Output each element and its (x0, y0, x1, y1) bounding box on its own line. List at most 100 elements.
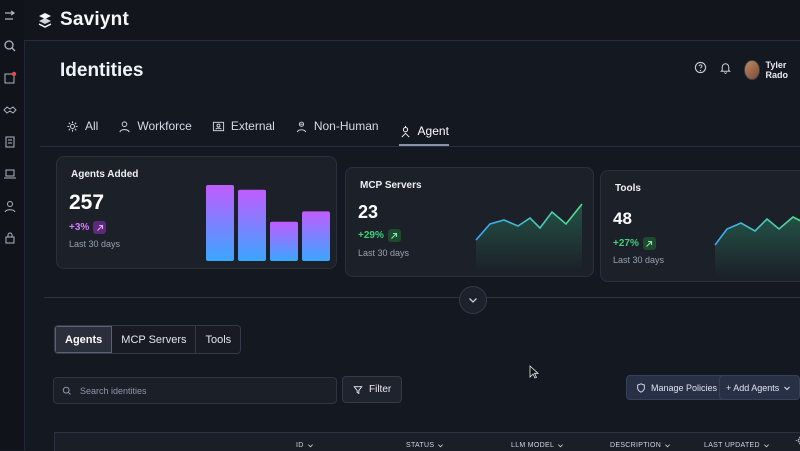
column-header-status[interactable]: STATUS (406, 442, 444, 449)
card-delta: +29% (358, 229, 401, 242)
column-header-llm-model[interactable]: LLM MODEL (511, 442, 564, 449)
add-agents-label: + Add Agents (726, 382, 780, 393)
card-delta: +3% (69, 221, 107, 234)
card-title: Agents Added (71, 169, 139, 180)
trend-up-icon (387, 229, 401, 242)
card-delta: +27% (613, 237, 656, 250)
person-icon (119, 120, 130, 132)
card-title: Tools (615, 183, 641, 194)
filter-button[interactable]: Filter (342, 376, 403, 403)
collapse-cards-button[interactable] (459, 286, 487, 314)
handshake-icon[interactable] (2, 102, 18, 118)
chevron-down-icon (469, 298, 477, 303)
header-actions: Tyler Rado (694, 60, 800, 80)
chevron-down-icon (763, 444, 769, 448)
agents-bar (206, 185, 234, 261)
chevron-down-icon (307, 444, 313, 448)
brand-logo[interactable]: Saviynt (36, 9, 129, 31)
tab-all[interactable]: All (66, 115, 98, 137)
column-label: ID (296, 442, 304, 449)
laptop-icon[interactable] (2, 166, 18, 182)
card-value: 257 (69, 191, 105, 214)
search-box (53, 377, 337, 404)
column-header-description[interactable]: DESCRIPTION (610, 442, 671, 449)
tools-trend-sparkline (714, 216, 800, 277)
card-title: MCP Servers (360, 180, 422, 191)
search-icon[interactable] (2, 38, 18, 54)
agents-bar (238, 189, 266, 261)
alert-icon[interactable] (2, 70, 18, 86)
mouse-cursor-icon (529, 365, 539, 379)
agents-bar-chart (206, 185, 330, 261)
column-header-id[interactable]: ID (296, 442, 314, 449)
tab-agent[interactable]: Agent (398, 120, 449, 146)
card-period: Last 30 days (69, 239, 121, 249)
agents-bar (270, 221, 298, 261)
saviynt-logo-icon (38, 13, 52, 28)
delta-text: +3% (69, 222, 90, 233)
left-nav-rail (0, 0, 25, 450)
mcp-servers-card[interactable]: MCP Servers 23 +29% Last 30 days (345, 167, 594, 277)
tools-card[interactable]: Tools 48 +27% Last 30 days (600, 170, 800, 282)
column-label: STATUS (406, 442, 435, 449)
trend-up-icon (93, 221, 107, 234)
tab-external[interactable]: External (212, 115, 275, 137)
top-bar (24, 0, 800, 41)
agents-bar (302, 211, 330, 261)
card-value: 48 (613, 209, 632, 228)
chevron-down-icon (665, 444, 671, 448)
column-label: LAST UPDATED (704, 442, 760, 449)
user-name[interactable]: Tyler Rado (766, 60, 800, 80)
tab-workforce[interactable]: Workforce (118, 115, 192, 137)
identity-type-tabs: All Workforce External Non-Human Agent (66, 106, 469, 146)
segment-tools[interactable]: Tools (196, 326, 241, 353)
agent-icon (401, 125, 410, 137)
section-divider (44, 297, 800, 298)
help-icon[interactable] (694, 61, 707, 79)
shield-icon (637, 382, 645, 393)
table-header: ID STATUS LLM MODEL DESCRIPTION LAST UPD… (54, 432, 800, 451)
trend-up-icon (642, 237, 656, 250)
card-value: 23 (358, 202, 379, 222)
chevron-down-icon (784, 386, 791, 390)
person-icon[interactable] (2, 198, 18, 214)
manage-policies-button[interactable]: Manage Policies (626, 375, 728, 400)
collapse-arrow-icon[interactable] (2, 8, 18, 24)
search-input[interactable] (78, 384, 322, 397)
avatar[interactable] (744, 60, 760, 80)
add-agents-button[interactable]: + Add Agents (719, 375, 800, 400)
chevron-down-icon (438, 444, 444, 448)
tab-label: Agent (417, 124, 449, 138)
delta-text: +29% (358, 230, 384, 241)
settings-gear-icon (67, 120, 78, 132)
notification-bell-icon[interactable] (719, 61, 732, 79)
chevron-down-icon (558, 444, 564, 448)
tab-label: External (230, 119, 275, 133)
page-title: Identities (60, 60, 144, 81)
filter-label: Filter (369, 384, 392, 395)
column-label: LLM MODEL (511, 442, 555, 449)
view-segmented-control: Agents MCP Servers Tools (54, 325, 242, 354)
segment-agents[interactable]: Agents (55, 326, 113, 353)
column-header-last-updated[interactable]: LAST UPDATED (704, 442, 770, 449)
mcp-trend-sparkline (475, 203, 583, 272)
card-period: Last 30 days (613, 255, 665, 265)
column-label: DESCRIPTION (610, 442, 662, 449)
robot-person-icon (296, 121, 306, 132)
id-card-icon (212, 121, 224, 131)
building-icon[interactable] (2, 134, 18, 150)
delta-text: +27% (613, 238, 639, 249)
lock-icon[interactable] (2, 230, 18, 246)
agents-added-card[interactable]: Agents Added 257 +3% Last 30 days (56, 156, 337, 269)
tabs-divider (40, 146, 800, 147)
settings-gear-icon[interactable] (795, 436, 800, 445)
brand-name: Saviynt (60, 9, 129, 30)
tab-non-human[interactable]: Non-Human (295, 115, 379, 137)
tab-label: Workforce (137, 119, 192, 133)
filter-icon (353, 385, 363, 394)
segment-mcp-servers[interactable]: MCP Servers (112, 326, 197, 353)
manage-policies-label: Manage Policies (651, 382, 718, 393)
card-period: Last 30 days (358, 248, 410, 258)
search-icon (62, 386, 71, 395)
tab-label: Non-Human (313, 119, 379, 133)
